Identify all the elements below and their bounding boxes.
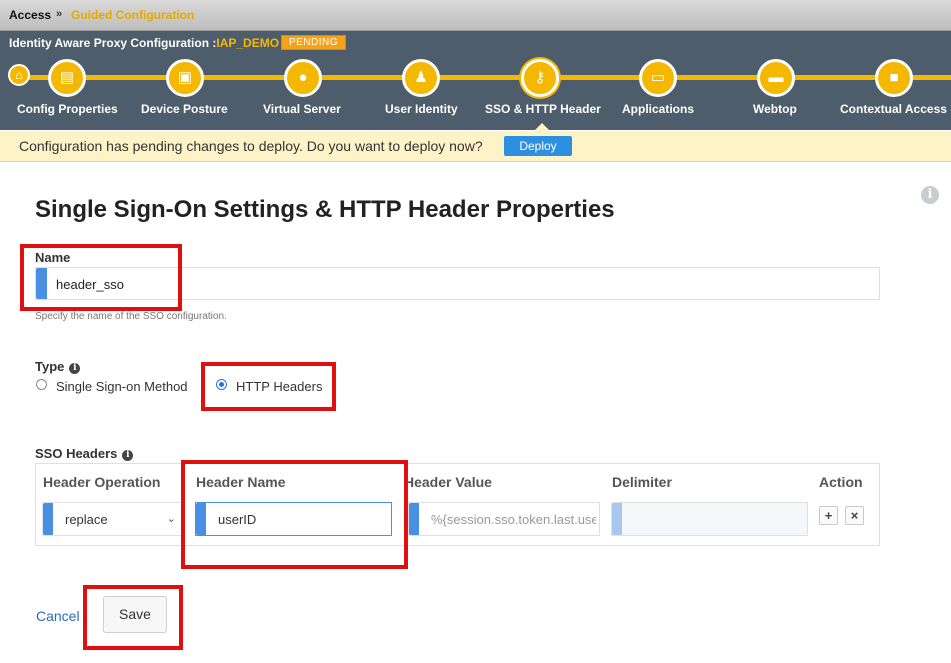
- notice-text: Configuration has pending changes to dep…: [19, 138, 483, 154]
- header-value-input[interactable]: %{session.sso.token.last.username}: [408, 502, 600, 536]
- column-action: Action: [819, 474, 863, 490]
- step-user-identity-label[interactable]: User Identity: [385, 102, 458, 116]
- wizard-title: Identity Aware Proxy Configuration :IAP_…: [9, 36, 279, 50]
- step-virtual-server-label[interactable]: Virtual Server: [263, 102, 341, 116]
- breadcrumb-guided-configuration[interactable]: Guided Configuration: [71, 8, 194, 22]
- header-name-input[interactable]: userID: [195, 502, 392, 536]
- status-badge: PENDING: [281, 35, 347, 50]
- step-applications-label[interactable]: Applications: [622, 102, 694, 116]
- name-field-value: header_sso: [56, 277, 124, 292]
- breadcrumb-access[interactable]: Access: [9, 8, 51, 22]
- step-config-properties-label[interactable]: Config Properties: [17, 102, 118, 116]
- sso-headers-table: Header Operation Header Name Header Valu…: [35, 463, 880, 546]
- header-value-text: %{session.sso.token.last.username}: [431, 512, 596, 527]
- add-row-button[interactable]: +: [819, 506, 838, 525]
- cancel-link[interactable]: Cancel: [36, 608, 80, 624]
- column-header-name: Header Name: [196, 474, 286, 490]
- input-accent: [612, 503, 622, 535]
- pending-deploy-notice: Configuration has pending changes to dep…: [0, 131, 951, 162]
- top-breadcrumb-bar: Access » Guided Configuration: [0, 0, 951, 31]
- step-webtop-label[interactable]: Webtop: [753, 102, 797, 116]
- step-virtual-server-globe-icon[interactable]: ●: [284, 59, 322, 97]
- step-device-posture-id-card-icon[interactable]: ▣: [166, 59, 204, 97]
- column-delimiter: Delimiter: [612, 474, 672, 490]
- name-field-accent: [36, 268, 47, 299]
- header-operation-value: replace: [65, 512, 108, 527]
- wizard-config-name: IAP_DEMO: [216, 36, 280, 50]
- remove-row-button[interactable]: ×: [845, 506, 864, 525]
- name-field[interactable]: header_sso: [35, 267, 880, 300]
- wizard-title-prefix: Identity Aware Proxy Configuration :: [9, 36, 217, 50]
- step-webtop-monitor-icon[interactable]: ▬: [757, 59, 795, 97]
- step-sso-http-header-key-icon[interactable]: ⚷: [521, 59, 559, 97]
- page-title: Single Sign-On Settings & HTTP Header Pr…: [35, 196, 615, 223]
- breadcrumb-separator: »: [56, 8, 63, 20]
- home-icon[interactable]: ⌂: [8, 64, 30, 86]
- wizard-progress-track: [20, 75, 951, 80]
- deploy-button[interactable]: Deploy: [504, 136, 572, 156]
- save-button[interactable]: Save: [103, 596, 167, 633]
- active-step-pointer: [534, 123, 550, 131]
- select-accent: [43, 503, 53, 535]
- header-name-value: userID: [218, 512, 257, 527]
- type-label-text: Type: [35, 359, 65, 374]
- step-user-identity-users-icon[interactable]: ♟: [402, 59, 440, 97]
- type-help-icon[interactable]: i: [69, 363, 81, 374]
- step-device-posture-label[interactable]: Device Posture: [141, 102, 228, 116]
- radio-http-headers-label[interactable]: HTTP Headers: [236, 379, 322, 394]
- sso-headers-help-icon[interactable]: i: [122, 450, 134, 461]
- step-applications-window-icon[interactable]: ▭: [639, 59, 677, 97]
- input-accent: [196, 503, 206, 535]
- sso-headers-label-text: SSO Headers: [35, 446, 118, 461]
- input-accent: [409, 503, 419, 535]
- column-header-operation: Header Operation: [43, 474, 161, 490]
- step-config-properties-document-icon[interactable]: ▤: [48, 59, 86, 97]
- chevron-down-icon: ⌄: [166, 513, 176, 525]
- type-label: Type i: [35, 359, 81, 374]
- delimiter-input[interactable]: [611, 502, 808, 536]
- step-sso-http-header-label[interactable]: SSO & HTTP Header: [485, 102, 601, 116]
- step-contextual-access-label[interactable]: Contextual Access: [840, 102, 947, 116]
- radio-single-sign-on-method[interactable]: [36, 379, 47, 390]
- step-contextual-access-lock-icon[interactable]: ■: [875, 59, 913, 97]
- name-label: Name: [35, 250, 71, 265]
- radio-http-headers[interactable]: [216, 379, 227, 390]
- column-header-value: Header Value: [404, 474, 492, 490]
- header-operation-select[interactable]: replace ⌄: [42, 502, 183, 536]
- radio-single-sign-on-method-label[interactable]: Single Sign-on Method: [56, 379, 188, 394]
- info-icon[interactable]: i: [921, 186, 939, 204]
- name-hint: Specify the name of the SSO configuratio…: [35, 311, 227, 322]
- sso-headers-label: SSO Headers i: [35, 446, 134, 461]
- wizard-header: Identity Aware Proxy Configuration :IAP_…: [0, 31, 951, 131]
